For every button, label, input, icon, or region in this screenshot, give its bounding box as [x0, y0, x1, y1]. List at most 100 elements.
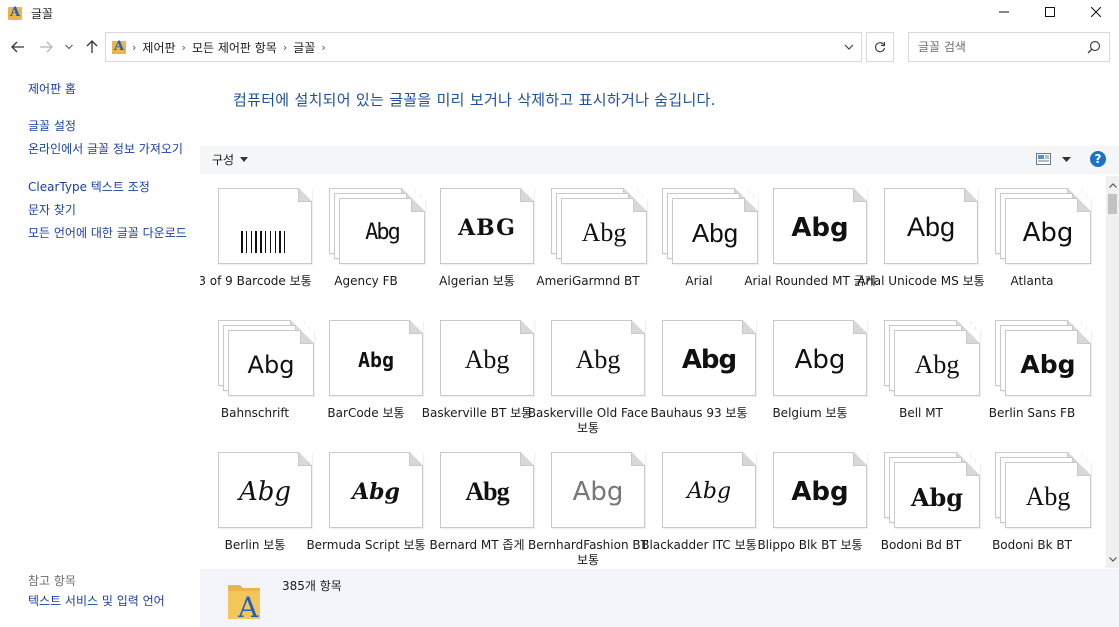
search-icon[interactable] [1087, 40, 1101, 54]
vertical-scrollbar[interactable] [1106, 176, 1119, 568]
font-sample-text: Abg [365, 220, 401, 245]
font-preview-icon: Abg [551, 320, 647, 398]
scroll-thumb[interactable] [1108, 194, 1117, 214]
organize-button[interactable]: 구성 [212, 151, 249, 168]
chevron-up-icon [1108, 182, 1117, 188]
chevron-down-icon [1108, 556, 1117, 562]
font-preview-icon: Abg [551, 188, 647, 266]
font-preview-icon: Abg [329, 320, 425, 398]
scroll-down-button[interactable] [1106, 552, 1119, 566]
font-tile[interactable]: Abg Belgium 보통 [755, 308, 867, 438]
page-headline: 컴퓨터에 설치되어 있는 글꼴을 미리 보거나 삭제하고 표시하거나 숨깁니다. [233, 91, 716, 109]
breadcrumb-separator-icon[interactable]: › [132, 41, 136, 54]
control-panel-home-link[interactable]: 제어판 홈 [28, 83, 193, 96]
font-tile[interactable]: Abg BernhardFashion BT 보통 [528, 440, 648, 568]
font-sample-text: Abg [1025, 482, 1071, 511]
recent-locations-button[interactable] [62, 36, 76, 58]
download-fonts-all-languages-link[interactable]: 모든 언어에 대한 글꼴 다운로드 [28, 227, 193, 240]
font-sample-text: Abg [1020, 350, 1076, 379]
breadcrumb-separator-icon[interactable]: › [182, 41, 186, 54]
forward-button[interactable] [36, 36, 56, 58]
font-tile[interactable]: Abg Bodoni Bd BT [866, 440, 980, 568]
maximize-button[interactable] [1027, 0, 1073, 24]
breadcrumb-all-items[interactable]: 모든 제어판 항목 [192, 39, 277, 56]
font-sample-text: ABG [458, 215, 516, 241]
find-character-link[interactable]: 문자 찾기 [28, 204, 193, 217]
font-preview-icon: Abg [884, 320, 980, 398]
font-tile[interactable]: Abg Blippo Blk BT 보통 [755, 440, 869, 568]
font-preview-icon: Abg [884, 188, 980, 266]
font-settings-link[interactable]: 글꼴 설정 [28, 120, 193, 133]
font-tile[interactable]: Abg Bauhaus 93 보통 [644, 308, 756, 438]
font-preview-icon: Abg [662, 188, 758, 266]
font-tile[interactable]: Abg Bodoni Bk BT [977, 440, 1091, 568]
font-tile[interactable]: Abg Arial Rounded MT 굵게 [744, 176, 876, 306]
breadcrumb-separator-icon[interactable]: › [283, 41, 287, 54]
font-list: 3 of 9 Barcode 보통 Abg Agency FB ABG Algerian… [200, 176, 1106, 568]
view-details-icon [1036, 153, 1051, 165]
font-sample-text: Abg [906, 212, 956, 242]
font-sample-text: Abg [914, 350, 960, 379]
font-preview-icon: Abg [329, 452, 425, 530]
view-options-button[interactable] [1062, 152, 1071, 169]
font-sample-text: Abg [464, 345, 510, 374]
see-also-heading: 참고 항목 [28, 574, 76, 588]
font-tile[interactable]: Abg AmeriGarmnd BT [533, 176, 647, 306]
close-button[interactable] [1073, 0, 1119, 24]
minimize-button[interactable] [981, 0, 1027, 24]
scroll-up-button[interactable] [1106, 178, 1119, 192]
font-sample-text: Abg [686, 479, 732, 504]
title-bar: A 글꼴 [0, 0, 1119, 26]
help-button[interactable]: ? [1090, 151, 1106, 167]
get-font-info-online-link[interactable]: 온라인에서 글꼴 정보 가져오기 [28, 143, 193, 156]
font-tile[interactable]: 3 of 9 Barcode 보통 [200, 176, 312, 306]
font-sample-text: Abg [581, 218, 627, 247]
adjust-cleartype-link[interactable]: ClearType 텍스트 조정 [28, 181, 193, 194]
arrow-up-icon [86, 40, 98, 53]
change-view-button[interactable] [1036, 152, 1052, 169]
arrow-right-icon [40, 41, 53, 53]
font-tile[interactable]: Abg Agency FB [311, 176, 425, 306]
item-count: 385개 항목 [282, 579, 342, 593]
address-history-button[interactable] [836, 32, 862, 62]
font-sample-text: Abg [791, 213, 849, 243]
breadcrumb-separator-icon[interactable]: › [321, 41, 325, 54]
font-tile[interactable]: Abg Atlanta [977, 176, 1091, 306]
font-tile[interactable]: Abg Bernard MT 좁게 [422, 440, 534, 568]
font-preview-icon: Abg [995, 188, 1091, 266]
arrow-left-icon [11, 41, 24, 53]
font-preview-icon: Abg [662, 452, 758, 530]
search-box[interactable] [908, 32, 1110, 62]
text-services-link[interactable]: 텍스트 서비스 및 입력 언어 [28, 595, 193, 608]
search-input[interactable] [918, 40, 1088, 54]
font-tile[interactable]: Abg Baskerville Old Face 보통 [528, 308, 648, 438]
refresh-button[interactable] [866, 32, 894, 62]
fonts-folder-icon: A [8, 5, 22, 20]
organize-label: 구성 [212, 153, 235, 167]
up-button[interactable] [82, 36, 102, 58]
breadcrumb-fonts[interactable]: 글꼴 [293, 39, 315, 56]
font-tile[interactable]: Abg Berlin 보통 [200, 440, 314, 568]
font-tile[interactable]: Abg BarCode 보통 [311, 308, 425, 438]
font-tile[interactable]: Abg Bahnschrift [200, 308, 314, 438]
font-name-label: Atlanta [1010, 274, 1054, 288]
dropdown-arrow-icon [240, 157, 249, 162]
barcode-sample-icon [241, 231, 285, 253]
font-preview-icon: ABG [440, 188, 536, 266]
font-tile[interactable]: Abg Arial [644, 176, 758, 306]
font-tile[interactable]: Abg Baskerville BT 보통 [422, 308, 534, 438]
breadcrumb-control-panel[interactable]: 제어판 [142, 39, 175, 56]
font-tile[interactable]: Abg Arial Unicode MS 보통 [857, 176, 985, 306]
back-button[interactable] [8, 36, 28, 58]
font-sample-text: Abg [910, 483, 964, 512]
font-tile[interactable]: Abg Blackadder ITC 보통 [641, 440, 758, 568]
font-tile[interactable]: Abg Bell MT [866, 308, 980, 438]
address-bar[interactable]: A › 제어판 › 모든 제어판 항목 › 글꼴 › [105, 32, 862, 62]
font-preview-icon: Abg [995, 452, 1091, 530]
font-preview-icon: Abg [218, 452, 314, 530]
details-pane: A 385개 항목 [200, 569, 1119, 627]
font-preview-icon: Abg [773, 452, 869, 530]
font-tile[interactable]: Abg Berlin Sans FB [977, 308, 1091, 438]
font-tile[interactable]: ABG Algerian 보통 [422, 176, 536, 306]
font-tile[interactable]: Abg Bermuda Script 보통 [306, 440, 426, 568]
